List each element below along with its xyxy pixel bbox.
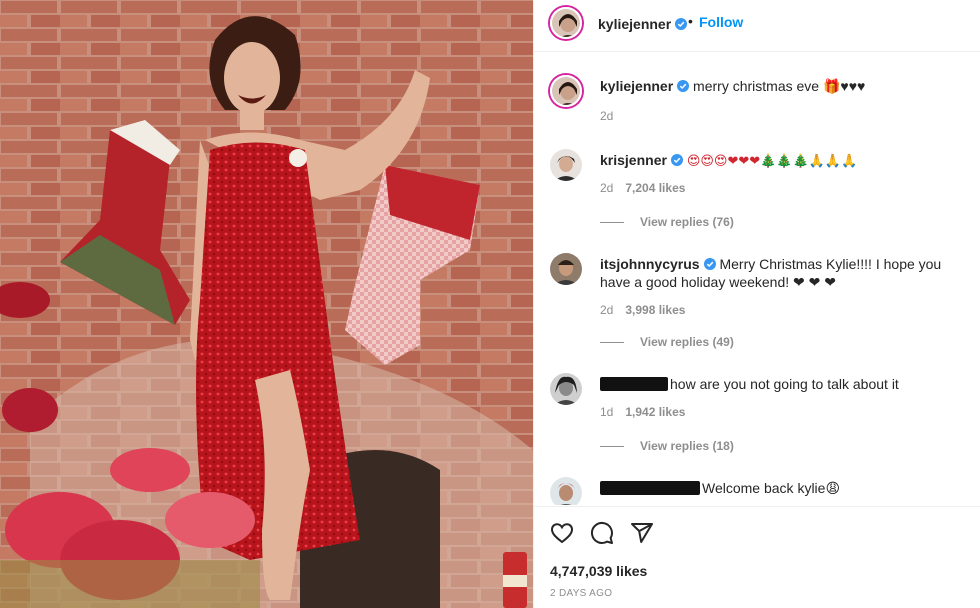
comment-username[interactable]: itsjohnnycyrus [600, 256, 700, 272]
comments-list[interactable]: kyliejenner merry christmas eve 🎁♥♥♥ 2d … [534, 53, 980, 505]
verified-badge-icon [675, 18, 688, 30]
comment-meta: 2d 3,998 likes [600, 303, 685, 317]
verified-badge-icon [670, 154, 683, 166]
view-replies-label[interactable]: View replies (18) [640, 439, 734, 453]
comment-body: Welcome back kylie😩 [600, 479, 970, 497]
author-avatar[interactable] [550, 7, 582, 39]
share-icon[interactable] [630, 521, 654, 545]
caption-avatar[interactable] [550, 75, 582, 107]
christmas-photo-illustration [0, 0, 533, 608]
post-timestamp[interactable]: 2 DAYS AGO [550, 588, 612, 599]
separator-dot: • [688, 13, 693, 29]
post-header: kyliejenner • Follow [534, 0, 980, 52]
comment-avatar[interactable] [550, 373, 582, 405]
caption-text: merry christmas eve 🎁♥♥♥ [693, 78, 866, 94]
comment-text: how are you not going to talk about it [670, 376, 899, 392]
caption-username[interactable]: kyliejenner [600, 78, 673, 94]
comment-avatar[interactable] [550, 149, 582, 181]
post-actions: 4,747,039 likes 2 DAYS AGO [534, 506, 980, 608]
comment-text: Welcome back kylie😩 [702, 480, 841, 496]
comment-time: 2d [600, 181, 614, 195]
comment-meta: 1d 1,942 likes [600, 405, 685, 419]
comment: krisjenner 😍😍😍❤❤❤🎄🎄🎄🙏🙏🙏 2d 7,204 likes Vi… [550, 147, 970, 247]
view-replies-label[interactable]: View replies (76) [640, 215, 734, 229]
comment-time: 2d [600, 303, 614, 317]
redacted-username[interactable] [600, 481, 700, 495]
view-replies-label[interactable]: View replies (49) [640, 335, 734, 349]
author-username[interactable]: kyliejenner [598, 16, 688, 34]
comment-avatar[interactable] [550, 477, 582, 505]
like-count[interactable]: 4,747,039 likes [550, 563, 647, 579]
comment-avatar[interactable] [550, 253, 582, 285]
caption-time-text: 2d [600, 109, 614, 123]
view-replies-button[interactable]: View replies (18) [600, 439, 734, 453]
comment-username[interactable]: krisjenner [600, 152, 667, 168]
heart-icon[interactable] [550, 521, 574, 545]
comment: Welcome back kylie😩 [550, 475, 970, 505]
comment-text: 😍😍😍❤❤❤🎄🎄🎄🙏🙏🙏 [686, 154, 858, 169]
comment: itsjohnnycyrus Merry Christmas Kylie!!!!… [550, 251, 970, 361]
verified-badge-icon [703, 258, 716, 270]
comment: how are you not going to talk about it 1… [550, 371, 970, 471]
replies-line [600, 222, 624, 224]
comment-body: itsjohnnycyrus Merry Christmas Kylie!!!!… [600, 255, 970, 291]
post-side-panel: kyliejenner • Follow kyliejenner merry c… [533, 0, 980, 608]
comment-body: how are you not going to talk about it [600, 375, 970, 393]
replies-line [600, 342, 624, 344]
comment-likes[interactable]: 1,942 likes [625, 405, 685, 419]
caption: kyliejenner merry christmas eve 🎁♥♥♥ 2d [550, 73, 970, 133]
author-username-text[interactable]: kyliejenner [598, 16, 671, 32]
comment-body: krisjenner 😍😍😍❤❤❤🎄🎄🎄🙏🙏🙏 [600, 151, 970, 171]
post-photo[interactable] [0, 0, 533, 608]
comment-icon[interactable] [590, 521, 614, 545]
comment-likes[interactable]: 7,204 likes [625, 181, 685, 195]
view-replies-button[interactable]: View replies (49) [600, 335, 734, 349]
comment-time: 1d [600, 405, 614, 419]
comment-meta: 2d 7,204 likes [600, 181, 685, 195]
comment-likes[interactable]: 3,998 likes [625, 303, 685, 317]
view-replies-button[interactable]: View replies (76) [600, 215, 734, 229]
caption-body: kyliejenner merry christmas eve 🎁♥♥♥ [600, 77, 970, 95]
redacted-username[interactable] [600, 377, 668, 391]
follow-button[interactable]: Follow [699, 14, 743, 30]
caption-time: 2d [600, 109, 613, 123]
replies-line [600, 446, 624, 448]
verified-badge-icon [677, 80, 690, 92]
